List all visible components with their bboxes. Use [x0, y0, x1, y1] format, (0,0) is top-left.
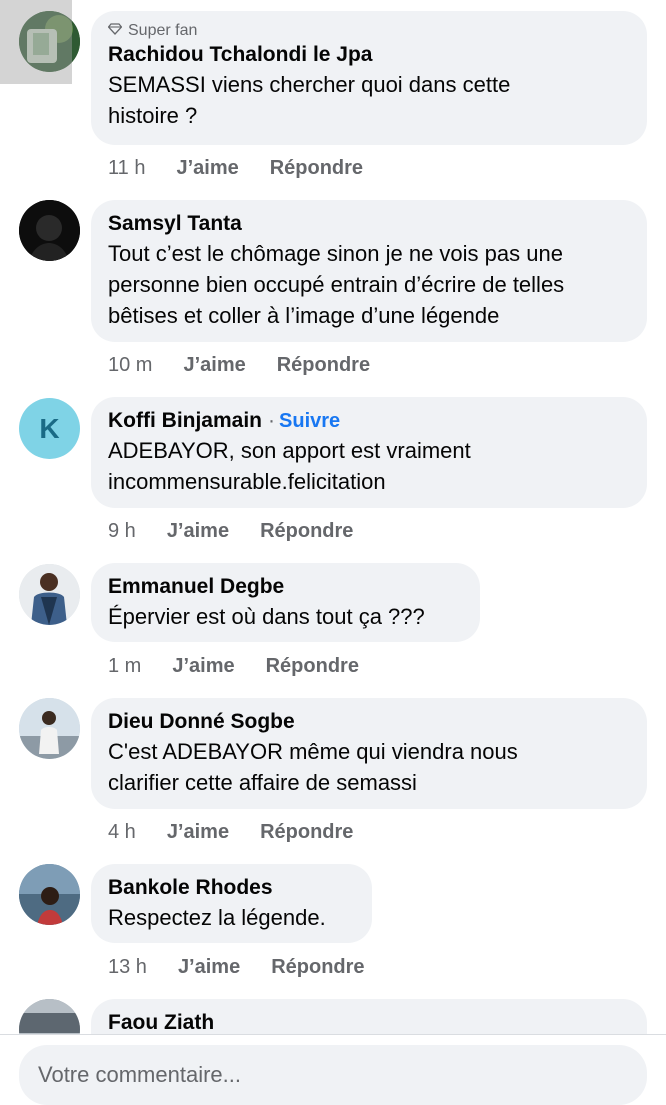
comment-actions: 4 h J’aime Répondre [108, 818, 353, 846]
comment-text: Tout c’est le chômage sinon je ne vois p… [108, 241, 565, 328]
avatar[interactable] [19, 864, 80, 925]
comment-author[interactable]: Bankole Rhodes [108, 874, 355, 902]
reply-button[interactable]: Répondre [277, 351, 370, 379]
avatar[interactable]: K [19, 398, 80, 459]
comment-input[interactable] [19, 1045, 647, 1105]
comment-author[interactable]: Koffi Binjamain [108, 409, 262, 432]
like-button[interactable]: J’aime [178, 953, 240, 981]
comment-actions: 11 h J’aime Répondre [108, 154, 363, 182]
comment-bubble: Koffi Binjamain · Suivre ADEBAYOR, son app… [91, 397, 647, 508]
comment-time[interactable]: 13 h [108, 953, 147, 981]
comment-author[interactable]: Emmanuel Degbe [108, 573, 463, 601]
comment-bubble: Bankole Rhodes Respectez la légende. [91, 864, 372, 943]
comment-author[interactable]: Dieu Donné Sogbe [108, 708, 630, 736]
comment-actions: 13 h J’aime Répondre [108, 953, 365, 981]
comment-bubble: Samsyl Tanta Tout c’est le chômage sinon… [91, 200, 647, 342]
comment-actions: 10 m J’aime Répondre [108, 351, 370, 379]
avatar[interactable] [19, 698, 80, 759]
separator: · [268, 409, 276, 432]
like-button[interactable]: J’aime [172, 652, 234, 680]
comment-actions: 1 m J’aime Répondre [108, 652, 359, 680]
avatar[interactable] [19, 564, 80, 625]
avatar[interactable] [19, 200, 80, 261]
follow-button[interactable]: Suivre [279, 410, 340, 432]
comment-text: Épervier est où dans tout ça ??? [108, 604, 425, 629]
like-button[interactable]: J’aime [167, 517, 229, 545]
comment-author-row: Koffi Binjamain · Suivre [108, 407, 630, 435]
reply-button[interactable]: Répondre [266, 652, 359, 680]
comment-time[interactable]: 11 h [108, 154, 145, 182]
like-button[interactable]: J’aime [183, 351, 245, 379]
reply-button[interactable]: Répondre [270, 154, 363, 182]
comment-time[interactable]: 10 m [108, 351, 152, 379]
comment-time[interactable]: 4 h [108, 818, 136, 846]
comment-author[interactable]: Faou Ziath [108, 1009, 630, 1037]
comment-author[interactable]: Samsyl Tanta [108, 210, 630, 238]
comment-text: C'est ADEBAYOR même qui viendra nous cla… [108, 739, 518, 795]
like-button[interactable]: J’aime [167, 818, 229, 846]
reply-button[interactable]: Répondre [271, 953, 364, 981]
comment-author[interactable]: Rachidou Tchalondi le Jpa [108, 41, 630, 69]
diamond-icon [107, 21, 123, 41]
comment-text: Respectez la légende. [108, 905, 326, 930]
reply-button[interactable]: Répondre [260, 818, 353, 846]
super-fan-badge: Super fan [128, 22, 198, 39]
comment-composer [0, 1034, 666, 1105]
comment-bubble: Dieu Donné Sogbe C'est ADEBAYOR même qui… [91, 698, 647, 809]
reply-button[interactable]: Répondre [260, 517, 353, 545]
comment-bubble: Emmanuel Degbe Épervier est où dans tout… [91, 563, 480, 642]
avatar-overlay [0, 0, 72, 84]
badge-row: Super fan [107, 21, 630, 41]
comment-actions: 9 h J’aime Répondre [108, 517, 353, 545]
comment-time[interactable]: 9 h [108, 517, 136, 545]
comment-text: SEMASSI viens chercher quoi dans cette h… [108, 72, 511, 128]
comment-time[interactable]: 1 m [108, 652, 141, 680]
avatar-letter: K [39, 412, 60, 444]
comment-text: ADEBAYOR, son apport est vraiment incomm… [108, 438, 471, 494]
like-button[interactable]: J’aime [176, 154, 238, 182]
comment-bubble: Super fan Rachidou Tchalondi le Jpa SEMA… [91, 11, 647, 145]
